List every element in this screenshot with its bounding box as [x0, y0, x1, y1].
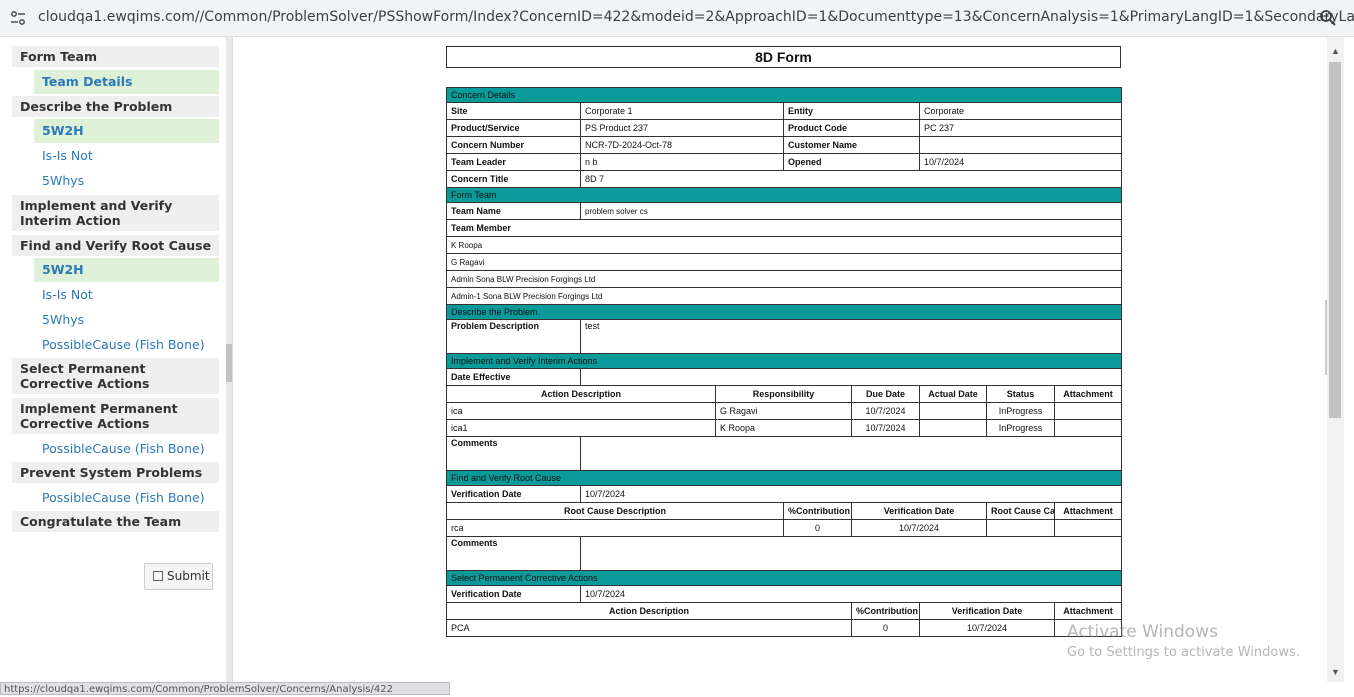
- table-row: Site Corporate 1 Entity Corporate: [446, 102, 1123, 120]
- team-member-row: G Ragavi: [445, 253, 1123, 271]
- section-concern-header: Concern Details: [445, 87, 1123, 103]
- form-table: Concern Details Site Corporate 1 Entity …: [445, 87, 1123, 637]
- zoom-icon[interactable]: [1319, 9, 1337, 27]
- sidebar-scrollbar[interactable]: [226, 37, 232, 682]
- section-problem-header: Describe the Problem: [445, 304, 1123, 320]
- team-member-row: K Roopa: [445, 236, 1123, 254]
- nav-describe-5whys[interactable]: 5Whys: [34, 169, 219, 193]
- nav-root-5w2h[interactable]: 5W2H: [34, 258, 219, 282]
- nav-congratulate[interactable]: Congratulate the Team: [12, 511, 219, 532]
- nav-implement-possible-cause[interactable]: PossibleCause (Fish Bone): [34, 437, 219, 461]
- submit-button[interactable]: Submit: [144, 563, 213, 590]
- nav-describe-isisnot[interactable]: Is-Is Not: [34, 144, 219, 168]
- table-row: Product/Service PS Product 237 Product C…: [446, 119, 1123, 137]
- main-scroll-thumb[interactable]: [1329, 62, 1341, 418]
- nav-implement-pca[interactable]: Implement Permanent Corrective Actions: [12, 398, 219, 434]
- nav-select-pca[interactable]: Select Permanent Corrective Actions: [12, 358, 219, 394]
- table-row: Verification Date 10/7/2024: [446, 585, 1123, 603]
- status-url: https://cloudqa1.ewqims.com/Common/Probl…: [0, 682, 450, 695]
- team-member-row: Admin Sona BLW Precision Forgings Ltd: [445, 270, 1123, 288]
- section-interim-header: Implement and Verify Interim Actions: [445, 353, 1123, 369]
- table-row: Verification Date 10/7/2024: [446, 485, 1123, 503]
- table-row: Team Member: [445, 219, 1123, 237]
- root-table-header: Root Cause Description %Contribution Ver…: [446, 502, 1123, 520]
- team-member-row: Admin-1 Sona BLW Precision Forgings Ltd: [445, 287, 1123, 305]
- table-row: Team Name problem solver cs: [446, 202, 1123, 220]
- select-table-header: Action Description %Contribution Verific…: [446, 602, 1123, 620]
- watermark-line1: Activate Windows: [1067, 622, 1218, 642]
- table-row: Problem Description test: [446, 319, 1123, 354]
- interim-table-header: Action Description Responsibility Due Da…: [446, 385, 1123, 403]
- nav-describe-5w2h[interactable]: 5W2H: [34, 119, 219, 143]
- nav-root-cause[interactable]: Find and Verify Root Cause: [12, 235, 219, 256]
- interim-row: ica G Ragavi 10/7/2024 InProgress: [446, 402, 1123, 420]
- table-row: Comments: [446, 536, 1123, 571]
- table-row: Concern Number NCR-7D-2024-Oct-78 Custom…: [446, 136, 1123, 154]
- section-team-header: Form Team: [445, 187, 1123, 203]
- nav-team-details[interactable]: Team Details: [34, 70, 219, 94]
- form-area: 8D Form Concern Details Site Corporate 1…: [233, 37, 1326, 682]
- save-icon: [153, 571, 163, 581]
- nav-prevent[interactable]: Prevent System Problems: [12, 462, 219, 483]
- url-text[interactable]: cloudqa1.ewqims.com//Common/ProblemSolve…: [38, 9, 1354, 25]
- section-root-header: Find and Verify Root Cause: [445, 470, 1123, 486]
- nav-interim-action[interactable]: Implement and Verify Interim Action: [12, 195, 219, 231]
- table-row: Comments: [446, 436, 1123, 471]
- watermark-line2: Go to Settings to activate Windows.: [1067, 645, 1300, 660]
- sidebar-scroll-thumb[interactable]: [226, 344, 232, 382]
- nav-prevent-possible-cause[interactable]: PossibleCause (Fish Bone): [34, 486, 219, 510]
- table-row: Date Effective: [446, 368, 1123, 386]
- scroll-up-icon[interactable]: ▲: [1331, 46, 1340, 56]
- nav-root-5whys[interactable]: 5Whys: [34, 308, 219, 332]
- address-bar[interactable]: cloudqa1.ewqims.com//Common/ProblemSolve…: [0, 0, 1354, 37]
- windows-activation-watermark: Activate Windows Go to Settings to activ…: [1067, 622, 1300, 660]
- interim-row: ica1 K Roopa 10/7/2024 InProgress: [446, 419, 1123, 437]
- scroll-down-icon[interactable]: ▼: [1331, 667, 1340, 677]
- table-row: Concern Title 8D 7: [446, 170, 1123, 188]
- main-scrollbar[interactable]: ▲ ▼: [1327, 37, 1344, 682]
- root-row: rca 0 10/7/2024: [446, 519, 1123, 537]
- section-select-header: Select Permanent Corrective Actions: [445, 570, 1123, 586]
- nav-describe-problem[interactable]: Describe the Problem: [12, 96, 219, 117]
- site-info-icon[interactable]: [10, 10, 26, 26]
- nav-form-team[interactable]: Form Team: [12, 46, 219, 67]
- nav-root-isisnot[interactable]: Is-Is Not: [34, 283, 219, 307]
- submit-label: Submit: [167, 569, 210, 583]
- form-title: 8D Form: [446, 46, 1121, 68]
- select-row: PCA 0 10/7/2024: [446, 619, 1123, 637]
- table-row: Team Leader n b Opened 10/7/2024: [446, 153, 1123, 171]
- nav-root-possible-cause[interactable]: PossibleCause (Fish Bone): [34, 333, 219, 357]
